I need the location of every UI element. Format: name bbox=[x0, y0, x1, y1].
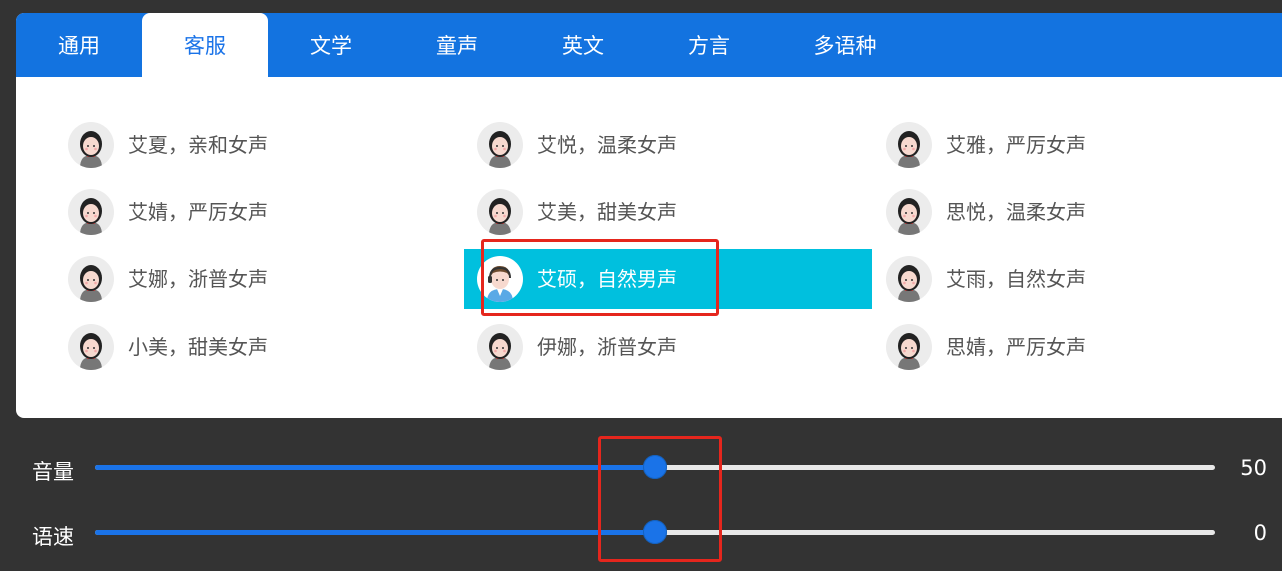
female-avatar-icon bbox=[477, 324, 523, 370]
tab-literature[interactable]: 文学 bbox=[268, 13, 394, 77]
voice-option-label: 艾娜，浙普女声 bbox=[128, 267, 268, 291]
female-avatar-icon bbox=[68, 122, 114, 168]
speed-slider[interactable] bbox=[95, 520, 1215, 544]
voice-option-label: 艾雅，严厉女声 bbox=[946, 133, 1086, 157]
female-avatar-icon bbox=[886, 122, 932, 168]
volume-slider-fill bbox=[95, 465, 655, 470]
tab-child-voice[interactable]: 童声 bbox=[394, 13, 520, 77]
voice-option[interactable]: 艾婧，严厉女声 bbox=[55, 182, 463, 242]
voice-option-label: 艾雨，自然女声 bbox=[946, 267, 1086, 291]
voice-option[interactable]: 艾夏，亲和女声 bbox=[55, 115, 463, 175]
voice-option[interactable]: 艾雅，严厉女声 bbox=[873, 115, 1281, 175]
tab-general[interactable]: 通用 bbox=[16, 13, 142, 77]
voice-option-label: 小美，甜美女声 bbox=[128, 335, 268, 359]
voice-option-label: 艾夏，亲和女声 bbox=[128, 133, 268, 157]
female-avatar-icon bbox=[68, 189, 114, 235]
voice-option[interactable]: 艾娜，浙普女声 bbox=[55, 249, 463, 309]
voice-option[interactable]: 伊娜，浙普女声 bbox=[464, 317, 872, 377]
voice-option[interactable]: 艾雨，自然女声 bbox=[873, 249, 1281, 309]
voice-option[interactable]: 艾美，甜美女声 bbox=[464, 182, 872, 242]
volume-slider-thumb[interactable] bbox=[643, 455, 667, 479]
voice-option-label: 艾硕，自然男声 bbox=[537, 267, 677, 291]
voice-option[interactable]: 小美，甜美女声 bbox=[55, 317, 463, 377]
voice-option-label: 艾婧，严厉女声 bbox=[128, 200, 268, 224]
voice-option[interactable]: 艾硕，自然男声 bbox=[464, 249, 872, 309]
speed-value: 0 bbox=[1253, 521, 1267, 545]
speed-slider-fill bbox=[95, 530, 655, 535]
voice-option-label: 思婧，严厉女声 bbox=[946, 335, 1086, 359]
female-avatar-icon bbox=[68, 324, 114, 370]
category-tab-bar: 通用 客服 文学 童声 英文 方言 多语种 bbox=[16, 13, 1282, 77]
tab-english[interactable]: 英文 bbox=[520, 13, 646, 77]
volume-slider[interactable] bbox=[95, 455, 1215, 479]
voice-option-label: 思悦，温柔女声 bbox=[946, 200, 1086, 224]
female-avatar-icon bbox=[477, 189, 523, 235]
volume-label: 音量 bbox=[32, 460, 74, 484]
female-avatar-icon bbox=[68, 256, 114, 302]
tab-dialect[interactable]: 方言 bbox=[646, 13, 772, 77]
voice-option-label: 艾美，甜美女声 bbox=[537, 200, 677, 224]
voice-option[interactable]: 思悦，温柔女声 bbox=[873, 182, 1281, 242]
tab-customer-service[interactable]: 客服 bbox=[142, 13, 268, 77]
voice-option-label: 伊娜，浙普女声 bbox=[537, 335, 677, 359]
female-avatar-icon bbox=[477, 122, 523, 168]
volume-value: 50 bbox=[1240, 456, 1267, 480]
speed-label: 语速 bbox=[32, 525, 74, 549]
male-avatar-icon bbox=[477, 256, 523, 302]
female-avatar-icon bbox=[886, 324, 932, 370]
voice-panel: 通用 客服 文学 童声 英文 方言 多语种 艾夏，亲和女声 艾悦，温柔女声 艾雅，严… bbox=[16, 13, 1282, 418]
female-avatar-icon bbox=[886, 256, 932, 302]
tab-multilingual[interactable]: 多语种 bbox=[772, 13, 918, 77]
female-avatar-icon bbox=[886, 189, 932, 235]
voice-option[interactable]: 思婧，严厉女声 bbox=[873, 317, 1281, 377]
voice-option-label: 艾悦，温柔女声 bbox=[537, 133, 677, 157]
speed-slider-thumb[interactable] bbox=[643, 520, 667, 544]
voice-option[interactable]: 艾悦，温柔女声 bbox=[464, 115, 872, 175]
annotation-box-slider-thumbs bbox=[598, 436, 722, 562]
